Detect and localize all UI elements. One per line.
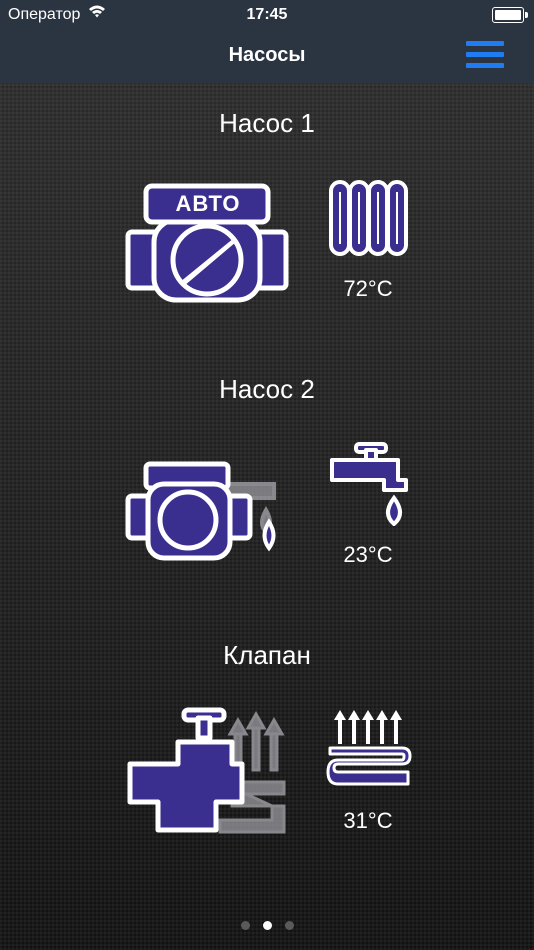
pump-with-tap-icon[interactable]: [124, 460, 290, 562]
radiator-icon[interactable]: [328, 176, 410, 260]
valve-floor-heating-icon[interactable]: [124, 706, 290, 846]
status-bar: Оператор 17:45: [0, 0, 534, 30]
hamburger-menu-icon[interactable]: [466, 41, 504, 69]
battery-icon: [492, 7, 528, 23]
auto-badge: АВТО: [175, 191, 241, 216]
clock: 17:45: [246, 6, 288, 23]
auto-pump-icon[interactable]: АВТО: [124, 178, 290, 310]
page-title: Насосы: [228, 44, 306, 66]
page-indicator[interactable]: [241, 921, 295, 931]
temperature-valve: 31°C: [343, 808, 393, 833]
page-dot-2[interactable]: [263, 921, 272, 930]
page-dot-3[interactable]: [285, 921, 294, 930]
temperature-pump-1: 72°C: [343, 276, 393, 301]
section-title-pump-1: Насос 1: [219, 108, 315, 138]
navigation-bar: Насосы: [0, 30, 534, 83]
water-tap-icon[interactable]: [328, 440, 410, 527]
page-dot-1[interactable]: [241, 921, 250, 930]
temperature-pump-2: 23°C: [343, 542, 393, 567]
section-title-pump-2: Насос 2: [219, 374, 315, 404]
section-title-valve: Клапан: [223, 640, 311, 670]
floor-heating-icon[interactable]: [326, 708, 412, 788]
